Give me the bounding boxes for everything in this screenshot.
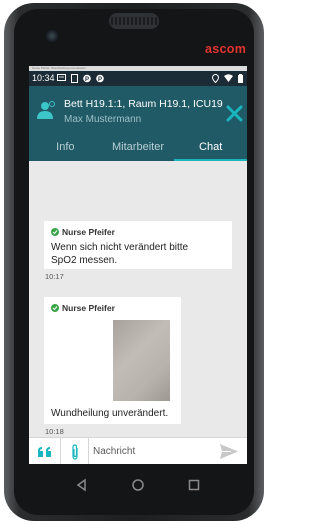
document-icon — [71, 74, 78, 83]
message-text-line: Wenn sich nicht verändert bitte — [51, 242, 189, 253]
message-sender: Nurse Pfeifer — [51, 227, 115, 237]
message-text-line: Wundheilung unverändert. — [51, 408, 169, 419]
battery-icon — [238, 74, 243, 83]
front-camera — [46, 30, 58, 42]
check-circle-icon — [51, 228, 59, 236]
chat-message[interactable]: Nurse Pfeifer Wenn sich nicht verändert … — [44, 221, 232, 269]
parking-icon: P — [83, 74, 91, 83]
message-time: 10:18 — [45, 427, 64, 436]
send-icon[interactable] — [219, 443, 239, 460]
message-time: 10:17 — [45, 272, 64, 281]
tab-info[interactable]: Info — [29, 134, 102, 161]
recents-icon[interactable] — [186, 477, 202, 493]
brand-logo: ascom — [205, 42, 247, 56]
patient-name: Max Mustermann — [64, 114, 142, 125]
message-icon — [57, 74, 66, 81]
tab-bar: Info Mitarbeiter Chat — [29, 134, 247, 161]
message-text-line: SpO2 messen. — [51, 255, 118, 266]
status-bar: 10:34 P P — [29, 71, 247, 86]
patient-header: Bett H19.1:1, Raum H19.1, ICU19 Max Must… — [29, 86, 247, 134]
phone-screen: Nurse Pfeifer: Wundheilung unverändert. … — [29, 66, 247, 464]
android-nav-bar — [29, 464, 247, 506]
chat-message[interactable]: Nurse Pfeifer Wundheilung unverändert. — [44, 297, 181, 424]
message-input-bar — [29, 437, 247, 464]
bed-title: Bett H19.1:1, Raum H19.1, ICU19 — [64, 98, 223, 110]
sender-name: Nurse Pfeifer — [62, 227, 115, 237]
check-circle-icon — [51, 304, 59, 312]
wifi-icon — [224, 74, 233, 82]
location-icon — [212, 74, 219, 83]
message-input[interactable] — [93, 442, 213, 460]
patient-icon — [37, 101, 55, 119]
chat-area[interactable]: Nurse Pfeifer Wenn sich nicht verändert … — [29, 161, 247, 437]
svg-text:P: P — [85, 77, 89, 83]
close-icon[interactable] — [226, 105, 243, 122]
svg-text:P: P — [98, 77, 102, 83]
earpiece-speaker — [109, 13, 159, 29]
attach-button[interactable] — [61, 438, 89, 464]
home-icon[interactable] — [130, 477, 146, 493]
paperclip-icon — [71, 443, 78, 460]
sender-name: Nurse Pfeifer — [62, 303, 115, 313]
quote-icon — [37, 446, 51, 457]
back-icon[interactable] — [74, 477, 90, 493]
tab-mitarbeiter[interactable]: Mitarbeiter — [102, 134, 175, 161]
parking-icon-2: P — [96, 74, 104, 83]
quote-button[interactable] — [29, 438, 61, 464]
tab-chat[interactable]: Chat — [174, 134, 247, 161]
status-time: 10:34 — [32, 73, 55, 83]
message-photo[interactable] — [113, 320, 170, 401]
message-sender: Nurse Pfeifer — [51, 303, 115, 313]
